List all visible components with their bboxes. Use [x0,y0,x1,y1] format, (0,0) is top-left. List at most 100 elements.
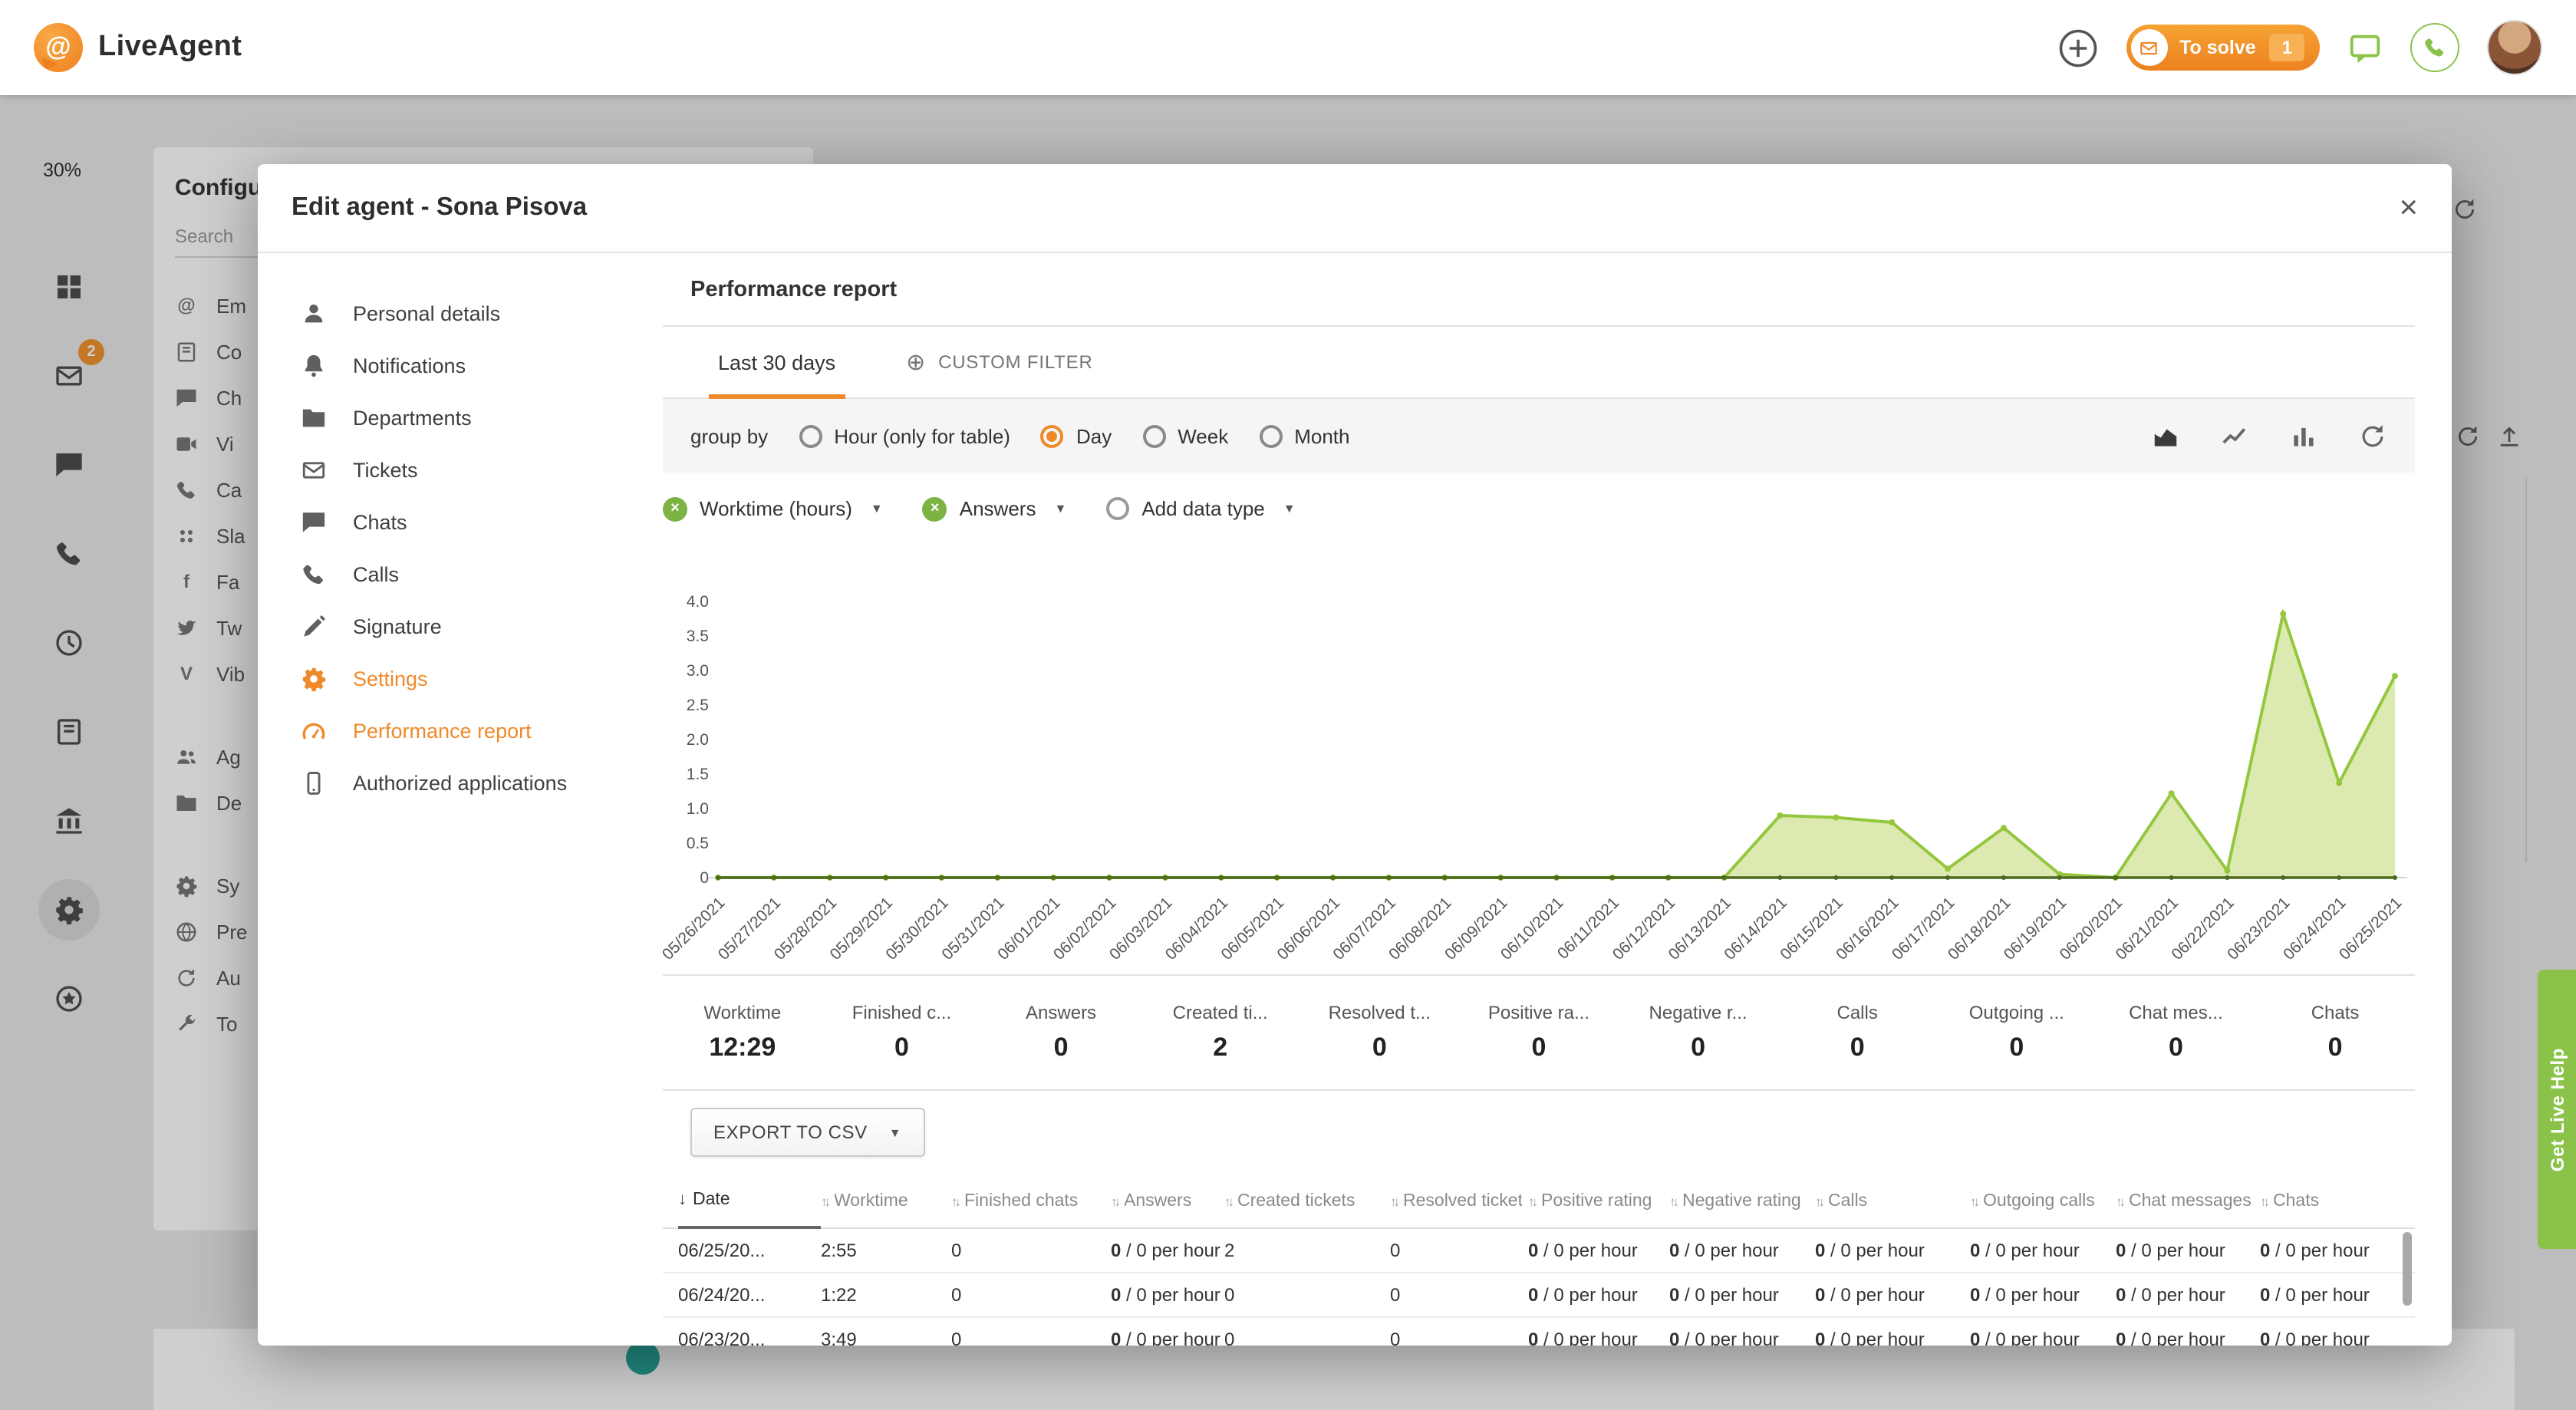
report-table: ↓ Date ↑↓ Worktime ↑↓ Finished chats ↑↓ … [663,1174,2415,1346]
col-resolved-tickets[interactable]: ↑↓ Resolved tickets [1390,1174,1528,1229]
tab-label: Last 30 days [718,351,835,374]
sort-icon: ↑↓ [1390,1194,1397,1209]
remove-icon[interactable]: × [923,496,947,521]
table-cell: 0 / 0 per hour [1528,1329,1669,1346]
sort-icon: ↑↓ [1815,1194,1822,1209]
radio-icon [1259,424,1282,447]
column-label: Outgoing calls [1983,1192,2095,1211]
stat-label: Negative r... [1619,1002,1778,1023]
table-cell: 0 / 0 per hour [1528,1284,1669,1306]
area-chart-icon[interactable] [2151,421,2180,450]
nav-label: Authorized applications [353,771,567,794]
brand-name: LiveAgent [98,31,242,64]
calls-button[interactable] [2410,23,2459,72]
user-avatar[interactable] [2487,20,2542,75]
radio-icon [1142,424,1165,447]
stat-answers: Answers 0 [981,1002,1141,1063]
col-worktime[interactable]: ↑↓ Worktime [821,1174,951,1229]
sort-icon: ↑↓ [1528,1194,1535,1209]
table-cell: 0 [1390,1329,1528,1346]
bar-chart-icon[interactable] [2289,421,2318,450]
table-cell: 0 / 0 per hour [1669,1240,1815,1261]
nav-label: Signature [353,614,442,637]
summary-stats: Worktime 12:29 Finished c... 0 Answers 0… [663,974,2415,1091]
export-to-csv-button[interactable]: EXPORT TO CSV ▼ [690,1108,924,1157]
add-data-type[interactable]: Add data type ▼ [1106,497,1295,520]
to-solve-label: To solve [2179,37,2256,58]
to-solve-button[interactable]: To solve 1 [2126,25,2320,71]
reload-icon[interactable] [2358,421,2387,450]
create-new-button[interactable] [2057,27,2098,68]
column-label: Resolved tickets [1403,1192,1522,1211]
report-tabs: Last 30 days ⊕CUSTOM FILTER [663,327,2415,399]
stat-label: Positive ra... [1459,1002,1619,1023]
col-outgoing-calls[interactable]: ↑↓ Outgoing calls [1970,1174,2116,1229]
nav-notifications[interactable]: Notifications [258,339,660,391]
table-cell: 0 / 0 per hour [1815,1284,1970,1306]
brand-logo[interactable]: @ LiveAgent [34,23,242,72]
table-row: 06/24/20...1:2200 / 0 per hour000 / 0 pe… [663,1273,2415,1318]
groupby-day[interactable]: Day [1041,424,1112,447]
svg-text:1.5: 1.5 [687,766,709,783]
table-cell: 0 [1224,1329,1390,1346]
nav-label: Settings [353,667,428,690]
tab-last-30-days[interactable]: Last 30 days [709,326,845,398]
nav-authorized-applications[interactable]: Authorized applications [258,756,660,809]
envelope-icon [2139,38,2159,58]
table-cell: 2:55 [821,1240,951,1261]
stat-negative-r: Negative r... 0 [1619,1002,1778,1063]
table-cell: 0 / 0 per hour [1669,1329,1815,1346]
table-cell: 0 [1390,1240,1528,1261]
nav-calls[interactable]: Calls [258,548,660,600]
performance-chart: 00.51.01.52.02.53.03.54.005/26/202105/27… [663,545,2415,974]
table-cell: 0 / 0 per hour [1815,1329,1970,1346]
stat-label: Finished c... [822,1002,982,1023]
get-live-help-tab[interactable]: Get Live Help [2538,970,2576,1249]
col-created-tickets[interactable]: ↑↓ Created tickets [1224,1174,1390,1229]
groupby-hour-only-for-table[interactable]: Hour (only for table) [799,424,1010,447]
svg-text:0.5: 0.5 [687,835,709,852]
group-by-options: Hour (only for table) Day Week Month [799,424,1349,447]
chats-button[interactable] [2347,30,2383,65]
datatype-chip-answers[interactable]: × Answers ▼ [923,496,1067,521]
datatype-chip-worktime-hours[interactable]: × Worktime (hours) ▼ [663,496,883,521]
table-cell: 0 / 0 per hour [1111,1284,1224,1306]
tab-custom-filter[interactable]: ⊕CUSTOM FILTER [897,326,1102,398]
nav-departments[interactable]: Departments [258,391,660,443]
nav-personal-details[interactable]: Personal details [258,287,660,339]
close-icon[interactable]: × [2399,192,2418,224]
col-finished-chats[interactable]: ↑↓ Finished chats [951,1174,1111,1229]
nav-signature[interactable]: Signature [258,600,660,652]
gauge-icon [301,717,327,743]
col-calls[interactable]: ↑↓ Calls [1815,1174,1970,1229]
chevron-down-icon: ▼ [1283,502,1296,516]
col-positive-rating[interactable]: ↑↓ Positive rating [1528,1174,1669,1229]
nav-settings[interactable]: Settings [258,652,660,704]
table-scrollbar[interactable] [2403,1232,2412,1306]
stat-worktime: Worktime 12:29 [663,1002,822,1063]
chart-type-icons [2151,421,2387,450]
table-cell: 0 / 0 per hour [2260,1240,2415,1261]
table-cell: 0 [1390,1284,1528,1306]
nav-label: Departments [353,406,472,429]
sort-icon: ↑↓ [1224,1194,1231,1209]
table-header: ↓ Date ↑↓ Worktime ↑↓ Finished chats ↑↓ … [663,1174,2415,1229]
chip-label: Worktime (hours) [700,497,852,520]
remove-icon[interactable]: × [663,496,687,521]
table-rows: 06/25/20...2:5500 / 0 per hour200 / 0 pe… [663,1229,2415,1346]
nav-tickets[interactable]: Tickets [258,443,660,496]
col-chat-messages[interactable]: ↑↓ Chat messages [2116,1174,2260,1229]
groupby-month[interactable]: Month [1259,424,1349,447]
nav-chats[interactable]: Chats [258,496,660,548]
svg-text:3.0: 3.0 [687,662,709,680]
nav-performance-report[interactable]: Performance report [258,704,660,756]
col-answers[interactable]: ↑↓ Answers [1111,1174,1224,1229]
line-chart-icon[interactable] [2220,421,2249,450]
col-chats[interactable]: ↑↓ Chats [2260,1174,2415,1229]
table-cell: 0 / 0 per hour [2260,1329,2415,1346]
groupby-week[interactable]: Week [1142,424,1228,447]
stat-value: 0 [1459,1033,1619,1063]
col-date[interactable]: ↓ Date [678,1174,821,1229]
column-label: Finished chats [964,1192,1078,1211]
col-negative-rating[interactable]: ↑↓ Negative rating [1669,1174,1815,1229]
